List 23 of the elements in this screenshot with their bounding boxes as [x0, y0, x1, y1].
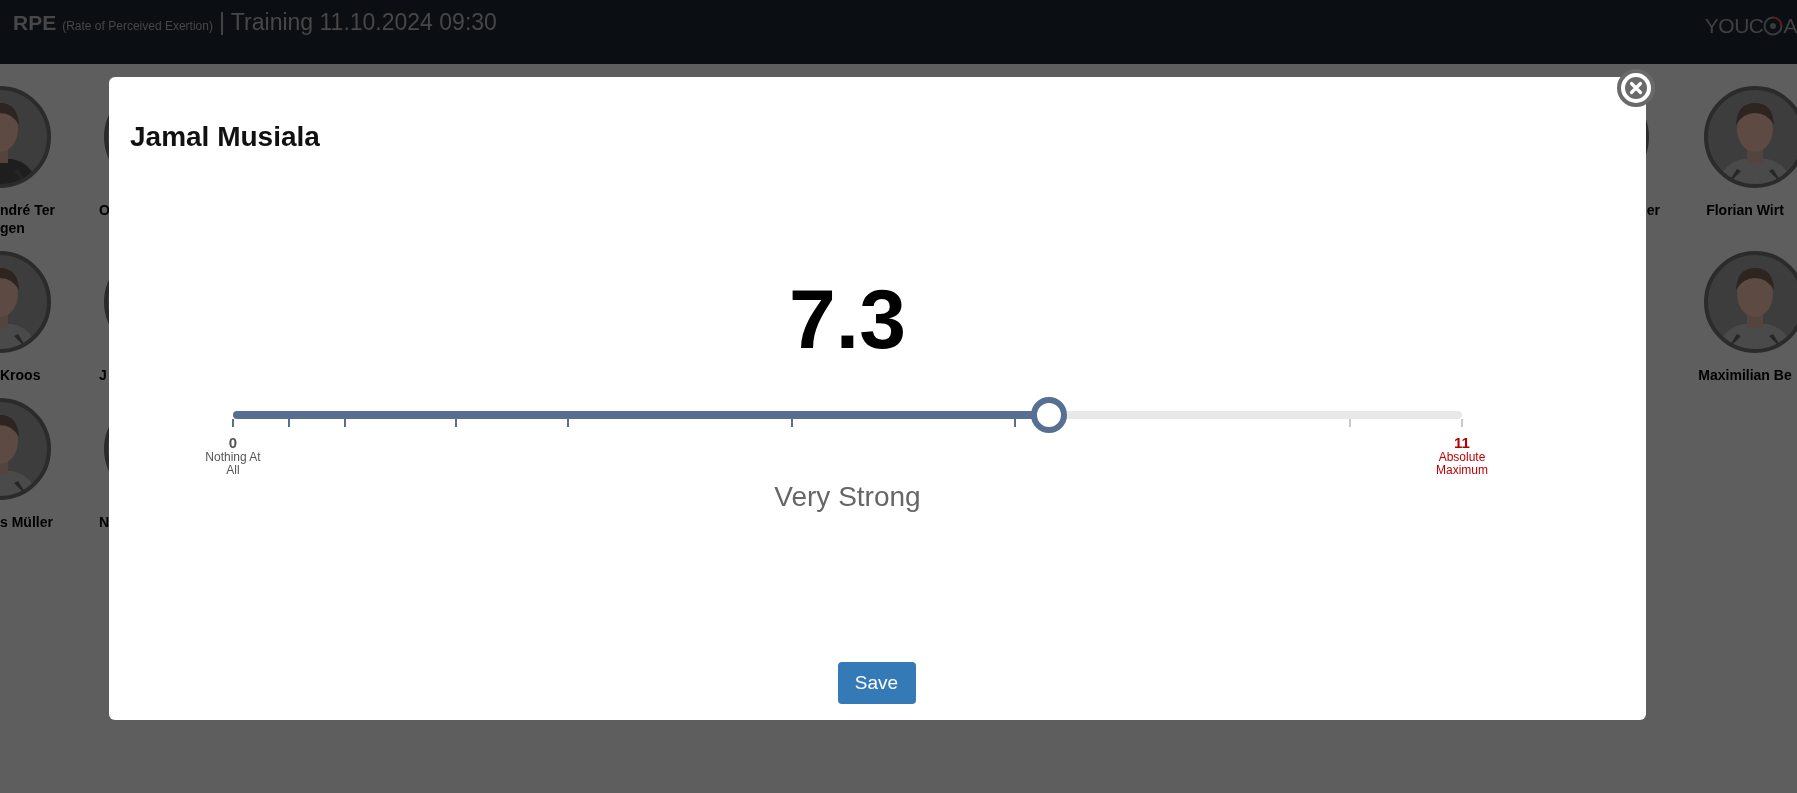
ball-icon [1763, 16, 1784, 36]
player-name: Maximilian Be [1698, 366, 1792, 384]
save-button[interactable]: Save [837, 662, 916, 704]
close-button[interactable] [1616, 68, 1656, 108]
max-value: 11 [1454, 435, 1470, 451]
player-name-heading: Jamal Musiala [130, 120, 321, 154]
min-value: 0 [228, 435, 238, 451]
app-title: RPE [13, 11, 57, 35]
player-name: er [1646, 201, 1660, 219]
min-label: Nothing At All [204, 451, 262, 477]
session-title: | Training 11.10.2024 09:30 [218, 9, 497, 36]
rating-slider[interactable] [233, 397, 1462, 433]
rating-value: 7.3 [789, 278, 906, 360]
player-name: s Müller [0, 513, 53, 531]
player-name: J [99, 366, 107, 384]
player-name: ndré Ter gen [0, 201, 56, 237]
player-name: Florian Wirt [1706, 201, 1784, 219]
player-name: Kroos [0, 366, 41, 384]
max-label: Absolute Maximum [1435, 451, 1489, 477]
rating-description: Very Strong [774, 481, 921, 513]
player-name: N [99, 513, 110, 531]
player-name: O [99, 201, 110, 219]
slider-thumb[interactable] [1030, 397, 1067, 433]
